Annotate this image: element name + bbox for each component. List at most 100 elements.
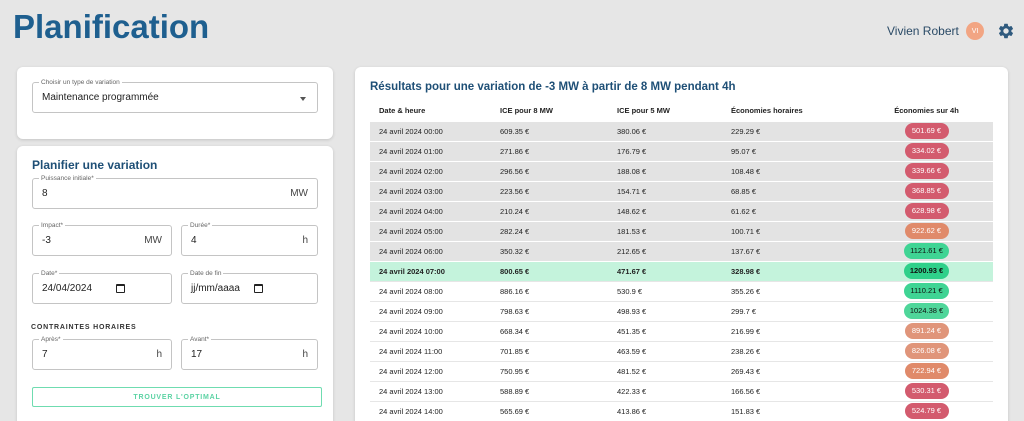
table-cell: 355.26 € bbox=[722, 280, 860, 301]
savings-badge: 1121.61 € bbox=[904, 243, 949, 259]
savings-badge: 1024.38 € bbox=[903, 303, 950, 319]
puissance-label: Puissance initiale* bbox=[39, 174, 96, 183]
table-row[interactable]: 24 avril 2024 04:00 210.24 €148.62 €61.62… bbox=[370, 200, 993, 221]
table-cell: 481.52 € bbox=[608, 360, 722, 381]
table-row[interactable]: 24 avril 2024 06:00 350.32 €212.65 €137.6… bbox=[370, 240, 993, 261]
column-header[interactable]: ICE pour 5 MW bbox=[608, 101, 722, 121]
table-header-row: Date & heure ICE pour 8 MW ICE pour 5 MW… bbox=[370, 101, 993, 121]
column-header[interactable]: Date & heure bbox=[370, 101, 491, 121]
table-cell: 24 avril 2024 07:00 bbox=[370, 260, 491, 281]
avant-unit: h bbox=[302, 349, 308, 360]
table-cell: 609.35 € bbox=[491, 120, 608, 141]
table-cell: 24 avril 2024 00:00 bbox=[370, 120, 491, 141]
date-fin-input[interactable]: Date de fin jj/mm/aaaa bbox=[181, 269, 318, 304]
constraints-title: CONTRAINTES HORAIRES bbox=[31, 324, 137, 331]
table-cell: 588.89 € bbox=[491, 380, 608, 401]
table-row[interactable]: 24 avril 2024 01:00 271.86 €176.79 €95.07… bbox=[370, 140, 993, 161]
duree-value: 4 bbox=[191, 235, 197, 246]
avant-input[interactable]: Avant* 17 h bbox=[181, 335, 318, 370]
table-row[interactable]: 24 avril 2024 14:00 565.69 €413.86 €151.8… bbox=[370, 400, 993, 421]
variation-type-select[interactable]: Choisir un type de variation Maintenance… bbox=[32, 78, 318, 113]
table-row[interactable]: 24 avril 2024 12:00 750.95 €481.52 €269.4… bbox=[370, 360, 993, 381]
table-cell: 154.71 € bbox=[608, 180, 722, 201]
impact-unit: MW bbox=[144, 235, 162, 246]
plan-title: Planifier une variation bbox=[32, 158, 158, 172]
column-header[interactable]: ICE pour 8 MW bbox=[491, 101, 608, 121]
calendar-icon[interactable] bbox=[254, 284, 263, 293]
variation-type-card: Choisir un type de variation Maintenance… bbox=[17, 67, 333, 139]
savings-badge: 826.08 € bbox=[904, 343, 949, 359]
table-cell: 108.48 € bbox=[722, 160, 860, 181]
table-row[interactable]: 24 avril 2024 05:00 282.24 €181.53 €100.7… bbox=[370, 220, 993, 241]
table-cell: 334.02 € bbox=[860, 140, 993, 161]
table-row[interactable]: 24 avril 2024 07:00 800.65 €471.67 €328.9… bbox=[370, 260, 993, 281]
table-cell: 269.43 € bbox=[722, 360, 860, 381]
table-cell: 24 avril 2024 08:00 bbox=[370, 280, 491, 301]
table-cell: 750.95 € bbox=[491, 360, 608, 381]
table-cell: 668.34 € bbox=[491, 320, 608, 341]
savings-badge: 1200.93 € bbox=[903, 263, 950, 279]
table-cell: 1110.21 € bbox=[860, 280, 993, 301]
table-cell: 701.85 € bbox=[491, 340, 608, 361]
table-cell: 463.59 € bbox=[608, 340, 722, 361]
table-cell: 530.31 € bbox=[860, 380, 993, 401]
table-cell: 350.32 € bbox=[491, 240, 608, 261]
table-cell: 798.63 € bbox=[491, 300, 608, 321]
table-cell: 530.9 € bbox=[608, 280, 722, 301]
table-cell: 24 avril 2024 09:00 bbox=[370, 300, 491, 321]
table-cell: 181.53 € bbox=[608, 220, 722, 241]
table-row[interactable]: 24 avril 2024 11:00 701.85 €463.59 €238.2… bbox=[370, 340, 993, 361]
table-cell: 24 avril 2024 03:00 bbox=[370, 180, 491, 201]
avatar[interactable]: VI bbox=[966, 22, 984, 40]
table-cell: 299.7 € bbox=[722, 300, 860, 321]
puissance-value: 8 bbox=[42, 188, 48, 199]
savings-badge: 334.02 € bbox=[904, 143, 949, 159]
table-cell: 565.69 € bbox=[491, 400, 608, 421]
column-header[interactable]: Économies horaires bbox=[722, 101, 860, 121]
savings-badge: 722.94 € bbox=[904, 363, 949, 379]
table-cell: 24 avril 2024 02:00 bbox=[370, 160, 491, 181]
find-optimal-button[interactable]: TROUVER L'OPTIMAL bbox=[32, 387, 322, 407]
duree-input[interactable]: Durée* 4 h bbox=[181, 221, 318, 256]
savings-badge: 368.85 € bbox=[904, 183, 949, 199]
date-value: 24/04/2024 bbox=[42, 283, 93, 294]
chevron-down-icon[interactable] bbox=[300, 97, 306, 101]
table-row[interactable]: 24 avril 2024 10:00 668.34 €451.35 €216.9… bbox=[370, 320, 993, 341]
table-cell: 296.56 € bbox=[491, 160, 608, 181]
results-card: Résultats pour une variation de -3 MW à … bbox=[355, 67, 1008, 421]
table-row[interactable]: 24 avril 2024 03:00 223.56 €154.71 €68.85… bbox=[370, 180, 993, 201]
user-name[interactable]: Vivien Robert bbox=[887, 24, 959, 38]
impact-value: -3 bbox=[42, 235, 51, 246]
variation-type-value: Maintenance programmée bbox=[42, 92, 159, 103]
plan-card: Planifier une variation Puissance initia… bbox=[17, 146, 333, 421]
variation-type-label: Choisir un type de variation bbox=[39, 78, 122, 87]
column-header[interactable]: Économies sur 4h bbox=[860, 101, 993, 121]
savings-badge: 501.69 € bbox=[904, 123, 949, 139]
gear-icon[interactable] bbox=[997, 22, 1015, 40]
table-row[interactable]: 24 avril 2024 13:00 588.89 €422.33 €166.5… bbox=[370, 380, 993, 401]
results-title: Résultats pour une variation de -3 MW à … bbox=[370, 81, 736, 93]
avant-label: Avant* bbox=[188, 335, 212, 344]
table-cell: 271.86 € bbox=[491, 140, 608, 161]
table-cell: 922.62 € bbox=[860, 220, 993, 241]
table-cell: 100.71 € bbox=[722, 220, 860, 241]
savings-badge: 891.24 € bbox=[904, 323, 949, 339]
table-row[interactable]: 24 avril 2024 00:00 609.35 €380.06 €229.2… bbox=[370, 120, 993, 141]
table-row[interactable]: 24 avril 2024 02:00 296.56 €188.08 €108.4… bbox=[370, 160, 993, 181]
savings-badge: 1110.21 € bbox=[904, 283, 949, 299]
puissance-input[interactable]: Puissance initiale* 8 MW bbox=[32, 174, 318, 209]
table-cell: 24 avril 2024 06:00 bbox=[370, 240, 491, 261]
date-input[interactable]: Date* 24/04/2024 bbox=[32, 269, 172, 304]
table-cell: 282.24 € bbox=[491, 220, 608, 241]
table-cell: 176.79 € bbox=[608, 140, 722, 161]
apres-input[interactable]: Après* 7 h bbox=[32, 335, 172, 370]
table-cell: 413.86 € bbox=[608, 400, 722, 421]
impact-input[interactable]: Impact* -3 MW bbox=[32, 221, 172, 256]
table-cell: 151.83 € bbox=[722, 400, 860, 421]
table-cell: 24 avril 2024 14:00 bbox=[370, 400, 491, 421]
calendar-icon[interactable] bbox=[116, 284, 125, 293]
table-row[interactable]: 24 avril 2024 08:00 886.16 €530.9 €355.26… bbox=[370, 280, 993, 301]
table-row[interactable]: 24 avril 2024 09:00 798.63 €498.93 €299.7… bbox=[370, 300, 993, 321]
apres-label: Après* bbox=[39, 335, 63, 344]
table-cell: 229.29 € bbox=[722, 120, 860, 141]
